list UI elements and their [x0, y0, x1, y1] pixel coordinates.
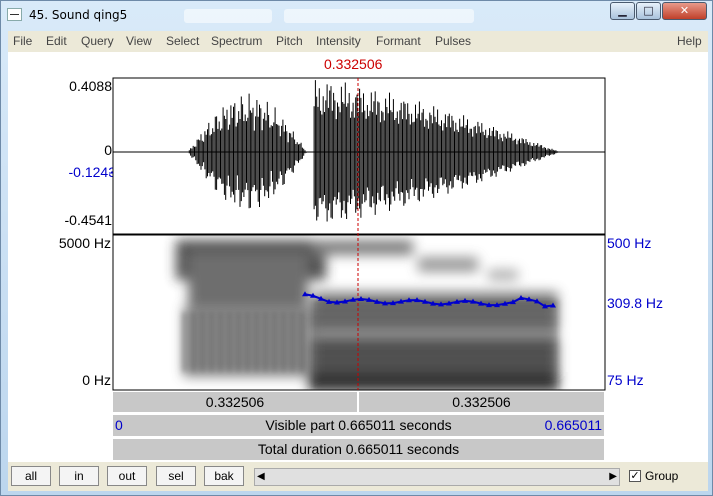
close-button[interactable]: ✕: [662, 2, 707, 20]
maximize-button[interactable]: □: [636, 2, 661, 20]
zoom-selection-button[interactable]: sel: [156, 466, 196, 486]
spectrogram-harmonic: [313, 337, 558, 340]
visible-end-label: 0.665011: [544, 417, 602, 433]
spectrogram-harmonic: [313, 330, 558, 333]
time-segment-left[interactable]: 0.332506: [112, 391, 358, 413]
visible-part-label: Visible part 0.665011 seconds: [265, 417, 452, 433]
spectrogram-harmonic: [313, 309, 558, 312]
spectrogram-striation: [300, 312, 303, 372]
menu-pitch[interactable]: Pitch: [276, 34, 303, 48]
spectrogram-striation: [282, 312, 285, 372]
menu-formant[interactable]: Formant: [376, 34, 421, 48]
title-bar[interactable]: 45. Sound qing5 ▁ □ ✕: [1, 1, 713, 31]
window-title: 45. Sound qing5: [29, 8, 128, 22]
menu-edit[interactable]: Edit: [46, 34, 67, 48]
bottom-toolbar: all in out sel bak ◀ ▶ ✓ Group: [8, 462, 708, 491]
freq-min-label: 0 Hz: [82, 372, 111, 388]
spectrogram-striation: [219, 312, 222, 372]
menu-file[interactable]: File: [13, 34, 32, 48]
spectrogram-striation: [228, 312, 231, 372]
app-icon: [7, 8, 22, 21]
menu-query[interactable]: Query: [81, 34, 114, 48]
spectrogram-harmonic: [313, 344, 558, 347]
spectrogram-striation: [246, 312, 249, 372]
visible-part-bar[interactable]: Visible part 0.665011 seconds: [112, 414, 605, 437]
spectrogram-striation: [210, 312, 213, 372]
minimize-button[interactable]: ▁: [610, 2, 635, 20]
spectrogram-striation: [291, 312, 294, 372]
signal-plots[interactable]: [8, 52, 708, 392]
zoom-in-button[interactable]: in: [59, 466, 99, 486]
scroll-right-icon[interactable]: ▶: [609, 471, 617, 482]
spectrogram-harmonic: [313, 358, 558, 361]
editor-client-area: File Edit Query View Select Spectrum Pit…: [8, 31, 708, 491]
spectrogram-striation: [192, 312, 195, 372]
total-duration-bar[interactable]: Total duration 0.665011 seconds: [112, 438, 605, 461]
spectrogram-harmonic: [313, 372, 558, 375]
menu-pulses[interactable]: Pulses: [435, 34, 471, 48]
spectrogram-striation: [273, 312, 276, 372]
pitch-cursor-label: 309.8 Hz: [607, 295, 664, 311]
time-segment-right[interactable]: 0.332506: [358, 391, 605, 413]
spectrogram-harmonic: [313, 379, 558, 382]
zoom-back-button[interactable]: bak: [204, 466, 244, 486]
menu-bar: File Edit Query View Select Spectrum Pit…: [8, 31, 708, 51]
zoom-out-button[interactable]: out: [107, 466, 147, 486]
scroll-left-icon[interactable]: ◀: [257, 471, 265, 482]
time-segment-right-label: 0.332506: [452, 394, 511, 410]
pitch-min-label: 75 Hz: [607, 372, 644, 388]
menu-select[interactable]: Select: [166, 34, 199, 48]
group-checkbox[interactable]: ✓: [629, 470, 641, 482]
menu-intensity[interactable]: Intensity: [316, 34, 361, 48]
spectrogram-harmonic: [313, 323, 558, 326]
pitch-max-label: 500 Hz: [607, 235, 652, 251]
background-tab-ghost: [184, 9, 272, 23]
spectrogram-striation: [201, 312, 204, 372]
visible-start-label: 0: [115, 417, 123, 433]
spectrogram-striation: [255, 312, 258, 372]
menu-spectrum[interactable]: Spectrum: [211, 34, 262, 48]
spectrogram-harmonic: [313, 351, 558, 354]
group-label: Group: [645, 469, 679, 483]
spectrogram-harmonic: [313, 316, 558, 319]
editor-canvas[interactable]: 0.332506 0.4088 0 -0.1243 -0.4541 5000 H…: [8, 52, 708, 462]
background-tab-ghost: [284, 9, 474, 23]
spectrogram-striation: [183, 312, 186, 372]
spectrogram-harmonic: [313, 365, 558, 368]
menu-help[interactable]: Help: [677, 34, 702, 48]
spectrogram-striation: [237, 312, 240, 372]
spectrogram-harmonic: [313, 386, 558, 389]
total-duration-label: Total duration 0.665011 seconds: [257, 441, 460, 457]
menu-view[interactable]: View: [126, 34, 152, 48]
time-scrollbar[interactable]: ◀ ▶: [254, 468, 620, 486]
time-segment-left-label: 0.332506: [205, 394, 265, 410]
freq-max-label: 5000 Hz: [58, 235, 111, 251]
spectrogram-striation: [264, 312, 267, 372]
praat-sound-window: 45. Sound qing5 ▁ □ ✕ File Edit Query Vi…: [0, 0, 713, 496]
zoom-all-button[interactable]: all: [11, 466, 51, 486]
